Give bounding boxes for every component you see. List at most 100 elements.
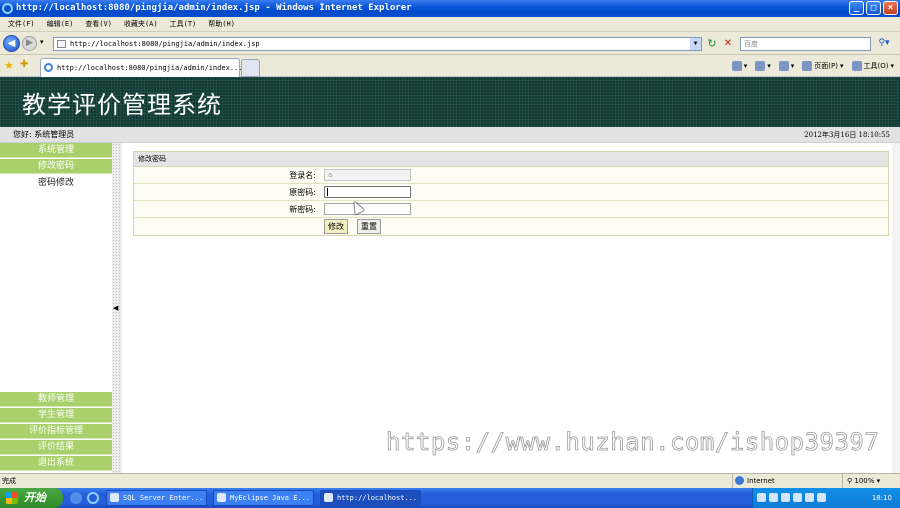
tools-menu-label: 工具(O): [863, 62, 889, 70]
favorites-star-icon[interactable]: ★: [4, 59, 14, 72]
search-input[interactable]: 百度: [740, 37, 871, 51]
page-icon: [57, 40, 66, 48]
search-button[interactable]: ⚲▾: [873, 37, 895, 51]
stop-button[interactable]: ✕: [721, 37, 735, 51]
printer-icon: [778, 61, 789, 71]
tray-security-icon[interactable]: [781, 493, 790, 502]
search-placeholder: 百度: [744, 40, 758, 48]
window-title: http://localhost:8080/pingjia/admin/inde…: [16, 3, 412, 13]
task-myeclipse[interactable]: MyEclipse Java E...: [213, 490, 314, 506]
current-datetime: 2012年3月16日 18:10:55: [804, 131, 890, 139]
task-label: SQL Server Enter...: [123, 494, 204, 502]
maximize-button[interactable]: □: [866, 1, 881, 15]
form-row-old-password: 原密码:: [134, 184, 888, 201]
page-menu-label: 页面(P): [814, 62, 838, 70]
tools-menu-button[interactable]: 工具(O) ▾: [851, 59, 894, 73]
new-password-field[interactable]: [324, 203, 411, 215]
sidebar-item-logout[interactable]: 退出系统: [0, 456, 112, 471]
sidebar-item-change-password[interactable]: 修改密码: [0, 159, 112, 174]
refresh-button[interactable]: ↻: [705, 37, 719, 51]
globe-icon: [735, 476, 744, 485]
sidebar-item-results[interactable]: 评价结果: [0, 440, 112, 455]
task-label: http://localhost...: [337, 494, 418, 502]
task-internet-explorer[interactable]: http://localhost...: [320, 490, 421, 506]
old-password-label: 原密码:: [289, 188, 316, 197]
system-tray: 18:10: [752, 488, 900, 508]
print-button[interactable]: ▾: [778, 59, 794, 73]
menu-file[interactable]: 文件(F): [4, 17, 39, 31]
start-button[interactable]: 开始: [0, 488, 63, 508]
page-menu-icon: [802, 61, 813, 71]
home-button[interactable]: ▾: [731, 59, 747, 73]
tab-current[interactable]: http://localhost:8080/pingjia/admin/inde…: [40, 58, 243, 77]
close-button[interactable]: ×: [883, 1, 898, 15]
menu-edit[interactable]: 编辑(E): [43, 17, 78, 31]
main-content: 修改密码 登录名: a 原密码: 新密码: 修改 重置: [122, 143, 892, 473]
start-label: 开始: [24, 491, 46, 504]
menu-view[interactable]: 查看(V): [81, 17, 116, 31]
username-field[interactable]: a: [324, 169, 411, 181]
reset-button[interactable]: 重置: [357, 219, 381, 234]
page-scrollbar[interactable]: [892, 143, 900, 473]
windows-taskbar: 开始 SQL Server Enter... MyEclipse Java E.…: [0, 488, 900, 508]
tray-keyboard-icon[interactable]: [757, 493, 766, 502]
tab-label: http://localhost:8080/pingjia/admin/inde…: [57, 64, 243, 72]
task-sql-server[interactable]: SQL Server Enter...: [106, 490, 207, 506]
sidebar-subitem-password-modify[interactable]: 密码修改: [0, 176, 112, 191]
security-zone[interactable]: Internet: [732, 474, 836, 488]
gear-icon: [851, 61, 862, 71]
tray-network-icon[interactable]: [769, 493, 778, 502]
feeds-button[interactable]: ▾: [755, 59, 771, 73]
myeclipse-icon: [217, 493, 226, 502]
sidebar-item-indicators[interactable]: 评价指标管理: [0, 424, 112, 439]
status-text: 完成: [2, 477, 16, 485]
ie-tab-icon: [44, 63, 53, 72]
ie-logo-icon: [2, 3, 13, 14]
home-icon: [731, 61, 742, 71]
menu-tools[interactable]: 工具(T): [166, 17, 201, 31]
ie-task-icon: [324, 493, 333, 502]
feeds-icon: [755, 61, 766, 71]
new-tab-button[interactable]: [241, 59, 260, 77]
back-button[interactable]: ◀: [3, 35, 20, 52]
status-bar: 完成 Internet ⚲ 100% ▾: [0, 473, 900, 488]
forward-button[interactable]: ▶: [22, 36, 37, 51]
sidebar-item-students[interactable]: 学生管理: [0, 408, 112, 423]
ie-quicklaunch-icon[interactable]: [87, 492, 99, 504]
menu-help[interactable]: 帮助(H): [204, 17, 239, 31]
sql-server-icon: [110, 493, 119, 502]
windows-logo-icon: [6, 492, 18, 504]
form-row-new-password: 新密码:: [134, 201, 888, 218]
form-heading: 修改密码: [134, 152, 888, 167]
sidebar-item-system[interactable]: 系统管理: [0, 143, 112, 158]
text-caret: [327, 188, 328, 196]
zoom-label: 100%: [854, 477, 875, 485]
form-row-username: 登录名: a: [134, 167, 888, 184]
collapse-arrow-icon[interactable]: ◀: [113, 304, 118, 312]
address-url: http://localhost:8080/pingjia/admin/inde…: [70, 40, 260, 48]
submit-button[interactable]: 修改: [324, 219, 348, 234]
minimize-button[interactable]: _: [849, 1, 864, 15]
sidebar-item-teachers[interactable]: 教师管理: [0, 392, 112, 407]
menu-favorites[interactable]: 收藏夹(A): [120, 17, 162, 31]
old-password-field[interactable]: [324, 186, 411, 198]
tray-icons: [757, 493, 826, 502]
tray-volume-icon[interactable]: [793, 493, 802, 502]
window-controls: _ □ ×: [849, 1, 898, 15]
page-menu-button[interactable]: 页面(P) ▾: [802, 59, 844, 73]
tray-shield-icon[interactable]: [817, 493, 826, 502]
command-bar: ▾ ▾ ▾ 页面(P) ▾ 工具(O) ▾: [731, 59, 894, 73]
address-dropdown-icon[interactable]: ▼: [690, 38, 701, 50]
tab-bar: ★ ✚ http://localhost:8080/pingjia/admin/…: [0, 55, 900, 77]
address-input[interactable]: http://localhost:8080/pingjia/admin/inde…: [53, 37, 702, 51]
zoom-level[interactable]: ⚲ 100% ▾: [842, 474, 880, 488]
history-dropdown-icon[interactable]: ▾: [40, 38, 44, 46]
window-titlebar: http://localhost:8080/pingjia/admin/inde…: [0, 0, 900, 17]
task-label: MyEclipse Java E...: [230, 494, 311, 502]
show-desktop-icon[interactable]: [70, 492, 82, 504]
tray-app-icon[interactable]: [805, 493, 814, 502]
username-label: 登录名:: [289, 171, 316, 180]
frame-splitter[interactable]: ◀: [112, 143, 122, 473]
new-password-label: 新密码:: [289, 205, 316, 214]
add-favorite-icon[interactable]: ✚: [20, 59, 28, 70]
